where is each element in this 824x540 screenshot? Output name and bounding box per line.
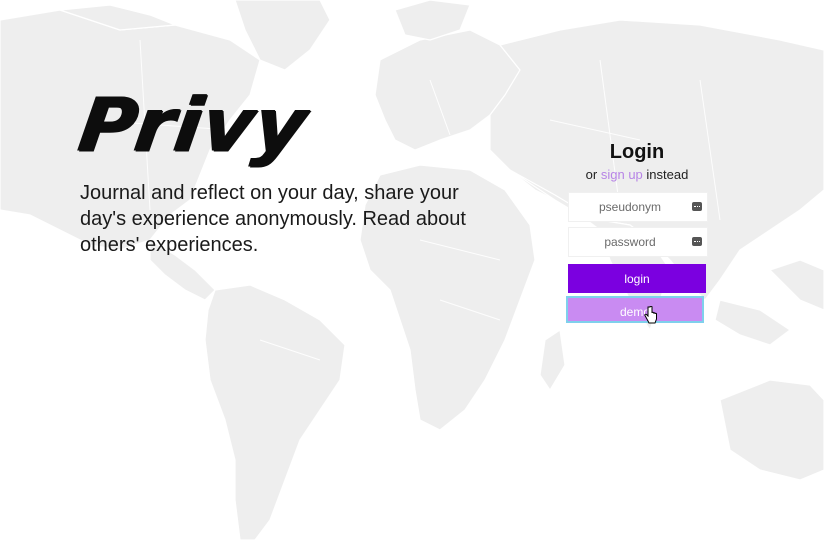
login-button[interactable]: login bbox=[568, 264, 706, 293]
key-icon bbox=[692, 202, 702, 211]
login-sub-prefix: or bbox=[585, 167, 598, 182]
login-sub-suffix: instead bbox=[646, 167, 689, 182]
pseudonym-placeholder: pseudonym bbox=[598, 200, 662, 214]
tagline: Journal and reflect on your day, share y… bbox=[80, 182, 466, 256]
login-panel: Login or sign up instead pseudonym passw… bbox=[566, 140, 708, 323]
key-icon bbox=[692, 237, 702, 246]
hand-pointer-icon bbox=[644, 306, 657, 324]
brand-header: Privy bbox=[74, 80, 313, 172]
login-subtitle: or sign up instead bbox=[566, 167, 708, 183]
privy-logo: Privy bbox=[73, 83, 313, 169]
pseudonym-field[interactable]: pseudonym bbox=[568, 192, 708, 222]
sign-up-link[interactable]: sign up bbox=[601, 167, 643, 182]
demo-button[interactable]: demo bbox=[566, 296, 704, 323]
login-title: Login bbox=[609, 141, 665, 163]
password-field[interactable]: password bbox=[568, 227, 708, 257]
password-placeholder: password bbox=[604, 235, 656, 249]
